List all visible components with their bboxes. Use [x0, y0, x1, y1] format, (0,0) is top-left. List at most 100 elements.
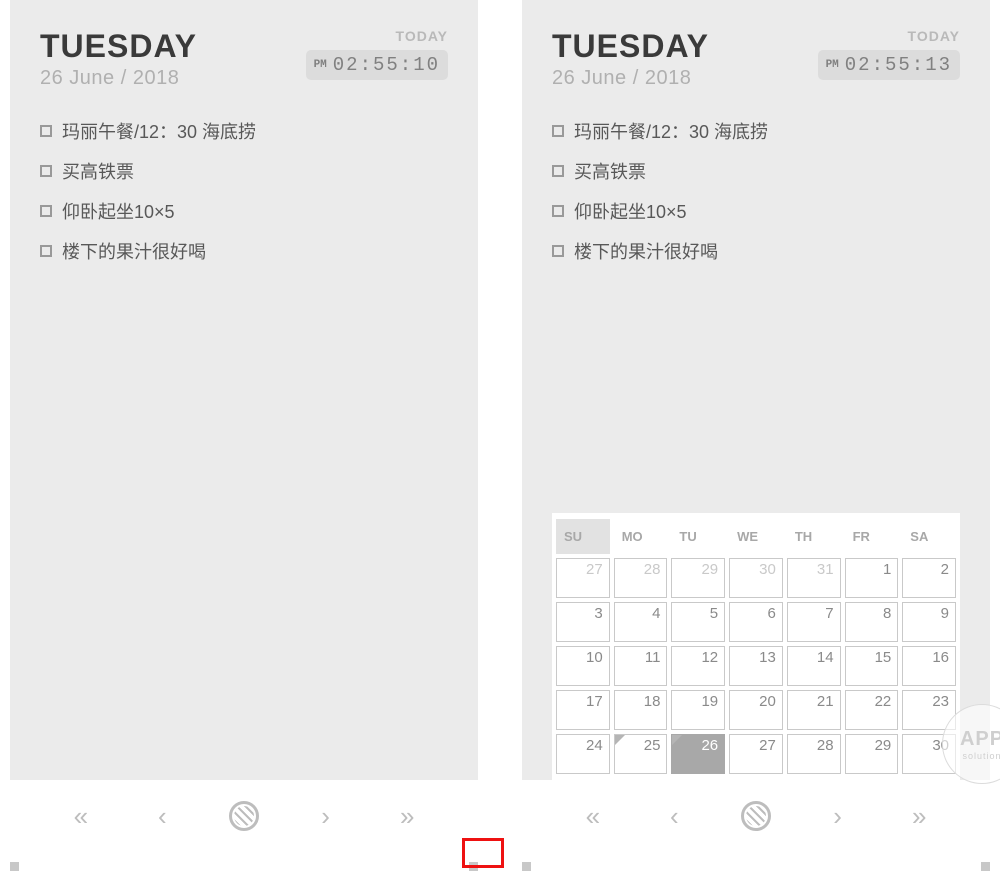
- left-pane: TUESDAY 26 June / 2018 TODAY PM 02:55:10…: [0, 0, 488, 880]
- task-text: 买高铁票: [62, 158, 134, 184]
- nav-next-button[interactable]: ›: [306, 796, 346, 836]
- calendar-cell[interactable]: 8: [845, 602, 899, 642]
- task-text: 仰卧起坐10×5: [574, 198, 687, 224]
- page-dot-icon: [981, 862, 990, 871]
- calendar-cell[interactable]: 28: [614, 558, 668, 598]
- calendar-cell[interactable]: 9: [902, 602, 956, 642]
- checkbox-icon[interactable]: [552, 165, 564, 177]
- date-block: TUESDAY 26 June / 2018: [40, 28, 197, 90]
- calendar-cell[interactable]: 17: [556, 690, 610, 730]
- nav-today-button[interactable]: [736, 796, 776, 836]
- task-item[interactable]: 仰卧起坐10×5: [552, 198, 960, 224]
- page-dot-icon: [10, 862, 19, 871]
- nav-first-button[interactable]: «: [573, 796, 613, 836]
- today-label: TODAY: [306, 28, 448, 44]
- double-chevron-left-icon: «: [586, 801, 600, 832]
- calendar-cell[interactable]: 29: [671, 558, 725, 598]
- bottom-nav: « ‹ › »: [10, 780, 478, 852]
- task-text: 楼下的果汁很好喝: [574, 238, 718, 264]
- weekday-su[interactable]: SU: [556, 519, 610, 554]
- today-label: TODAY: [818, 28, 960, 44]
- day-name: TUESDAY: [40, 28, 197, 65]
- chevron-right-icon: ›: [833, 801, 842, 832]
- calendar-cell[interactable]: 7: [787, 602, 841, 642]
- weekday-mo[interactable]: MO: [614, 519, 668, 554]
- weekday-fr[interactable]: FR: [845, 519, 899, 554]
- task-item[interactable]: 买高铁票: [40, 158, 448, 184]
- calendar-cell[interactable]: 2: [902, 558, 956, 598]
- nav-today-button[interactable]: [224, 796, 264, 836]
- checkbox-icon[interactable]: [552, 205, 564, 217]
- clock: PM 02:55:13: [818, 50, 960, 80]
- chevron-left-icon: ‹: [670, 801, 679, 832]
- circle-hatch-icon: [229, 801, 259, 831]
- calendar-cell[interactable]: 26: [671, 734, 725, 774]
- checkbox-icon[interactable]: [40, 205, 52, 217]
- calendar-cell[interactable]: 13: [729, 646, 783, 686]
- task-text: 买高铁票: [574, 158, 646, 184]
- calendar-cell[interactable]: 29: [845, 734, 899, 774]
- calendar-cell[interactable]: 6: [729, 602, 783, 642]
- checkbox-icon[interactable]: [40, 245, 52, 257]
- nav-prev-button[interactable]: ‹: [654, 796, 694, 836]
- nav-prev-button[interactable]: ‹: [142, 796, 182, 836]
- watermark-line1: APP: [960, 728, 1000, 751]
- task-item[interactable]: 买高铁票: [552, 158, 960, 184]
- calendar-cell[interactable]: 10: [556, 646, 610, 686]
- task-item[interactable]: 玛丽午餐/12：30 海底捞: [40, 118, 448, 144]
- date-line: 26 June / 2018: [40, 67, 197, 90]
- calendar-cell[interactable]: 30: [729, 558, 783, 598]
- day-name: TUESDAY: [552, 28, 709, 65]
- calendar-cell[interactable]: 21: [787, 690, 841, 730]
- task-text: 仰卧起坐10×5: [62, 198, 175, 224]
- calendar-cell[interactable]: 16: [902, 646, 956, 686]
- calendar-cell[interactable]: 14: [787, 646, 841, 686]
- calendar-cell[interactable]: 20: [729, 690, 783, 730]
- chevron-right-icon: ›: [321, 801, 330, 832]
- weekday-th[interactable]: TH: [787, 519, 841, 554]
- nav-next-button[interactable]: ›: [818, 796, 858, 836]
- calendar-cell[interactable]: 18: [614, 690, 668, 730]
- highlight-box: [462, 838, 504, 868]
- task-item[interactable]: 玛丽午餐/12：30 海底捞: [552, 118, 960, 144]
- right-pane: TUESDAY 26 June / 2018 TODAY PM 02:55:13…: [512, 0, 1000, 880]
- calendar-row: 10111213141516: [552, 646, 960, 686]
- weekday-tu[interactable]: TU: [671, 519, 725, 554]
- date-block: TUESDAY 26 June / 2018: [552, 28, 709, 90]
- calendar-cell[interactable]: 12: [671, 646, 725, 686]
- day-card: TUESDAY 26 June / 2018 TODAY PM 02:55:10…: [10, 0, 478, 780]
- calendar-cell[interactable]: 1: [845, 558, 899, 598]
- calendar-cell[interactable]: 31: [787, 558, 841, 598]
- checkbox-icon[interactable]: [40, 165, 52, 177]
- calendar-cell[interactable]: 27: [729, 734, 783, 774]
- calendar-cell[interactable]: 5: [671, 602, 725, 642]
- calendar-cell[interactable]: 25: [614, 734, 668, 774]
- checkbox-icon[interactable]: [552, 125, 564, 137]
- calendar-cell[interactable]: 19: [671, 690, 725, 730]
- calendar-cell[interactable]: 3: [556, 602, 610, 642]
- nav-last-button[interactable]: »: [899, 796, 939, 836]
- task-text: 玛丽午餐/12：30 海底捞: [574, 118, 768, 144]
- task-item[interactable]: 仰卧起坐10×5: [40, 198, 448, 224]
- task-text: 玛丽午餐/12：30 海底捞: [62, 118, 256, 144]
- checkbox-icon[interactable]: [40, 125, 52, 137]
- task-text: 楼下的果汁很好喝: [62, 238, 206, 264]
- calendar-cell[interactable]: 27: [556, 558, 610, 598]
- calendar-cell[interactable]: 22: [845, 690, 899, 730]
- calendar-cell[interactable]: 15: [845, 646, 899, 686]
- nav-first-button[interactable]: «: [61, 796, 101, 836]
- nav-last-button[interactable]: »: [387, 796, 427, 836]
- calendar-cell[interactable]: 4: [614, 602, 668, 642]
- checkbox-icon[interactable]: [552, 245, 564, 257]
- bottom-nav: « ‹ › »: [522, 780, 990, 852]
- calendar-cell[interactable]: 24: [556, 734, 610, 774]
- calendar-cell[interactable]: 11: [614, 646, 668, 686]
- page-dot-icon: [522, 862, 531, 871]
- calendar-row: 24252627282930: [552, 734, 960, 774]
- calendar-cell[interactable]: 28: [787, 734, 841, 774]
- task-item[interactable]: 楼下的果汁很好喝: [40, 238, 448, 264]
- calendar-weekday-row: SU MO TU WE TH FR SA: [552, 519, 960, 554]
- weekday-we[interactable]: WE: [729, 519, 783, 554]
- weekday-sa[interactable]: SA: [902, 519, 956, 554]
- task-item[interactable]: 楼下的果汁很好喝: [552, 238, 960, 264]
